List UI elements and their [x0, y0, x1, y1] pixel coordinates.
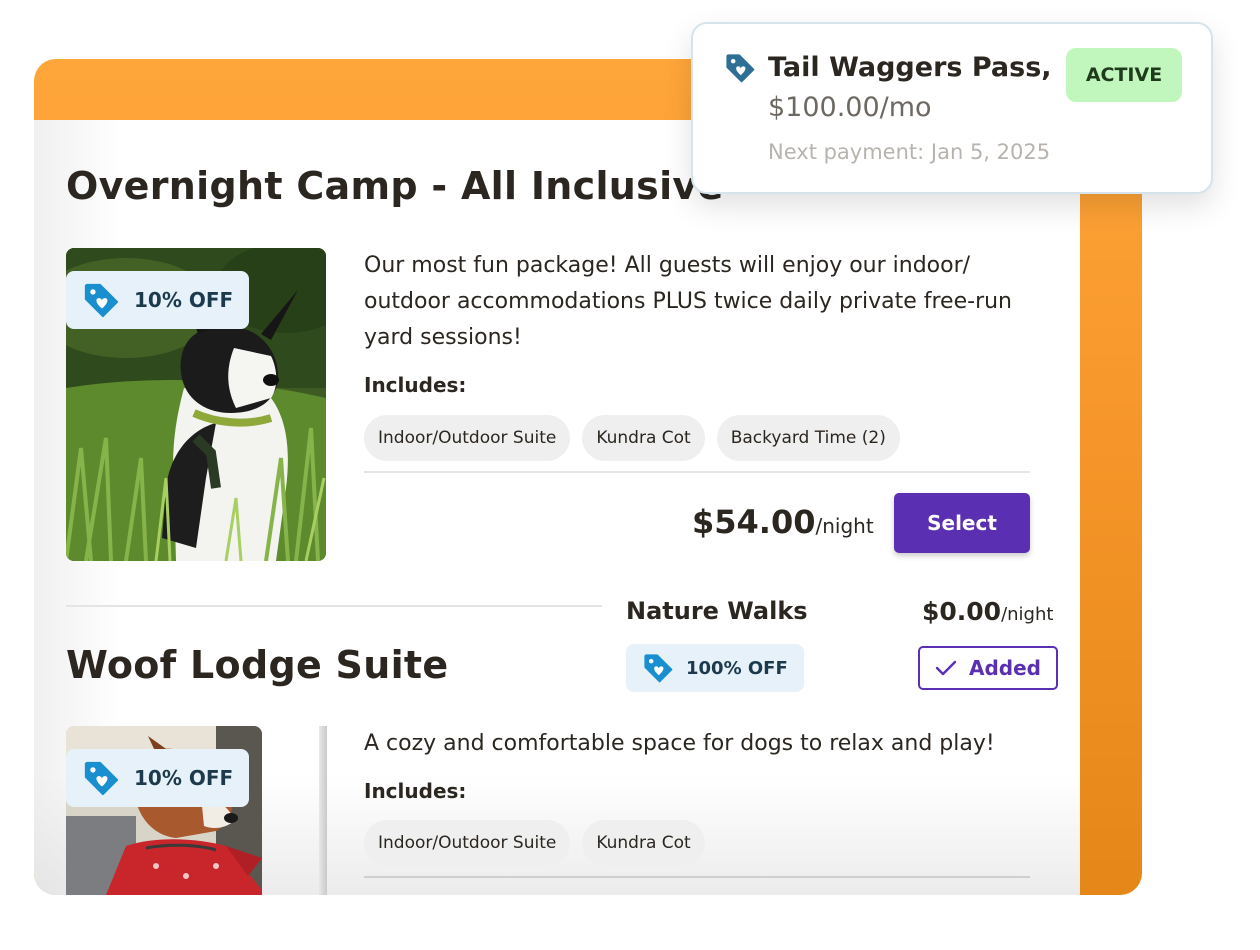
discount-badge: 10% OFF	[66, 271, 250, 329]
price-unit: /night	[1001, 604, 1054, 625]
divider	[364, 471, 1030, 473]
addon-card-nature-walks: Nature Walks 100% OFF $0.00/night Added	[602, 583, 1080, 707]
next-payment-date: Next payment: Jan 5, 2025	[768, 140, 1051, 164]
status-badge: ACTIVE	[1066, 48, 1182, 102]
added-label: Added	[969, 656, 1041, 680]
price-tag-heart-icon	[724, 52, 756, 84]
subscription-price: $100.00/mo	[768, 92, 932, 123]
select-button[interactable]: Select	[894, 493, 1030, 553]
divider	[364, 876, 1030, 878]
subscription-name: Tail Waggers Pass,	[768, 52, 1052, 83]
include-chip: Kundra Cot	[582, 820, 705, 866]
check-icon	[935, 660, 957, 676]
discount-label: 100% OFF	[686, 657, 788, 679]
package-description: A cozy and comfortable space for dogs to…	[364, 731, 995, 756]
price-tag-heart-icon	[82, 759, 120, 797]
include-chip: Indoor/Outdoor Suite	[364, 820, 571, 866]
price-tag-heart-icon	[82, 281, 120, 319]
scrollbar-track[interactable]	[319, 726, 327, 895]
added-button[interactable]: Added	[918, 646, 1058, 690]
package-title: Woof Lodge Suite	[66, 643, 449, 687]
include-chip: Indoor/Outdoor Suite	[364, 415, 571, 461]
price-unit: /night	[815, 514, 874, 538]
package-title: Overnight Camp - All Inclusive	[66, 164, 724, 208]
package-description: Our most fun package! All guests will en…	[364, 253, 1013, 350]
include-chip: Backyard Time (2)	[716, 415, 900, 461]
includes-label: Includes:	[364, 779, 467, 803]
discount-label: 10% OFF	[134, 288, 234, 312]
includes-label: Includes:	[364, 373, 467, 397]
discount-label: 10% OFF	[134, 766, 234, 790]
section-divider	[66, 605, 606, 607]
addon-price: $0.00/night	[922, 597, 1053, 626]
subscription-card: Tail Waggers Pass, $100.00/mo Next payme…	[691, 22, 1213, 194]
discount-badge: 10% OFF	[66, 749, 250, 807]
price-tag-heart-icon	[642, 652, 674, 684]
addon-title: Nature Walks	[626, 597, 808, 625]
includes-chips: Indoor/Outdoor Suite Kundra Cot Backyard…	[364, 415, 900, 461]
price-amount: $54.00	[692, 503, 816, 541]
package-price: $54.00/night	[692, 503, 874, 541]
include-chip: Kundra Cot	[582, 415, 705, 461]
discount-badge: 100% OFF	[626, 644, 804, 692]
price-amount: $0.00	[922, 597, 1002, 626]
includes-chips: Indoor/Outdoor Suite Kundra Cot	[364, 820, 705, 866]
